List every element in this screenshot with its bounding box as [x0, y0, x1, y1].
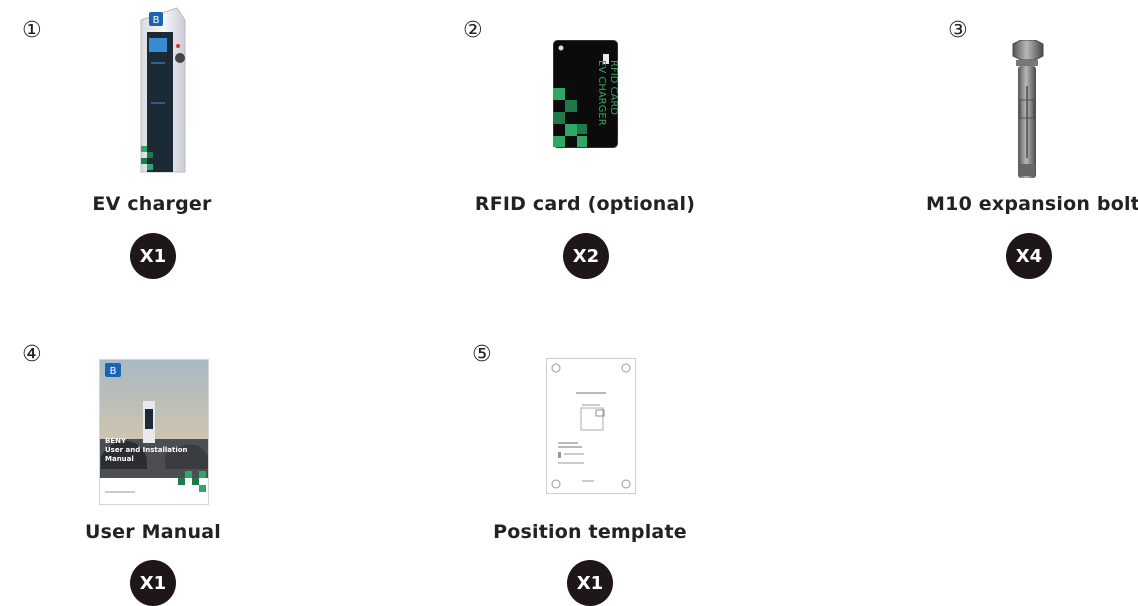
item-label-4: User Manual [85, 521, 221, 543]
manual-cover-title-2: Manual [105, 455, 134, 463]
quantity-badge-5: X1 [567, 560, 613, 606]
item-number-3: ③ [948, 18, 968, 43]
item-number-5: ⑤ [472, 342, 492, 367]
manual-cover-brand: BENY [105, 437, 127, 445]
quantity-badge-3: X4 [1006, 233, 1052, 279]
expansion-bolt-icon [1012, 40, 1044, 178]
item-number-1: ① [22, 18, 42, 43]
item-label-1: EV charger [92, 193, 212, 215]
svg-text:B: B [110, 366, 117, 377]
quantity-badge-2: X2 [563, 233, 609, 279]
rfid-card-icon: EV CHARGER RFID CARD [553, 40, 618, 148]
item-label-2: RFID card (optional) [474, 193, 696, 215]
ev-charger-icon: B [140, 7, 186, 173]
manual-cover-title-1: User and Installation [105, 446, 188, 454]
item-label-3: M10 expansion bolt [926, 193, 1138, 215]
rfid-card-text-1: EV CHARGER [596, 60, 607, 126]
item-number-2: ② [463, 18, 483, 43]
quantity-badge-4: X1 [130, 560, 176, 606]
item-number-4: ④ [22, 342, 42, 367]
item-label-5: Position template [493, 521, 687, 543]
quantity-badge-1: X1 [130, 233, 176, 279]
position-template-icon [546, 358, 636, 494]
rfid-card-text-2: RFID CARD [608, 60, 618, 115]
svg-text:B: B [153, 15, 160, 26]
user-manual-icon: B BENY User and Installation Manual [99, 359, 209, 505]
